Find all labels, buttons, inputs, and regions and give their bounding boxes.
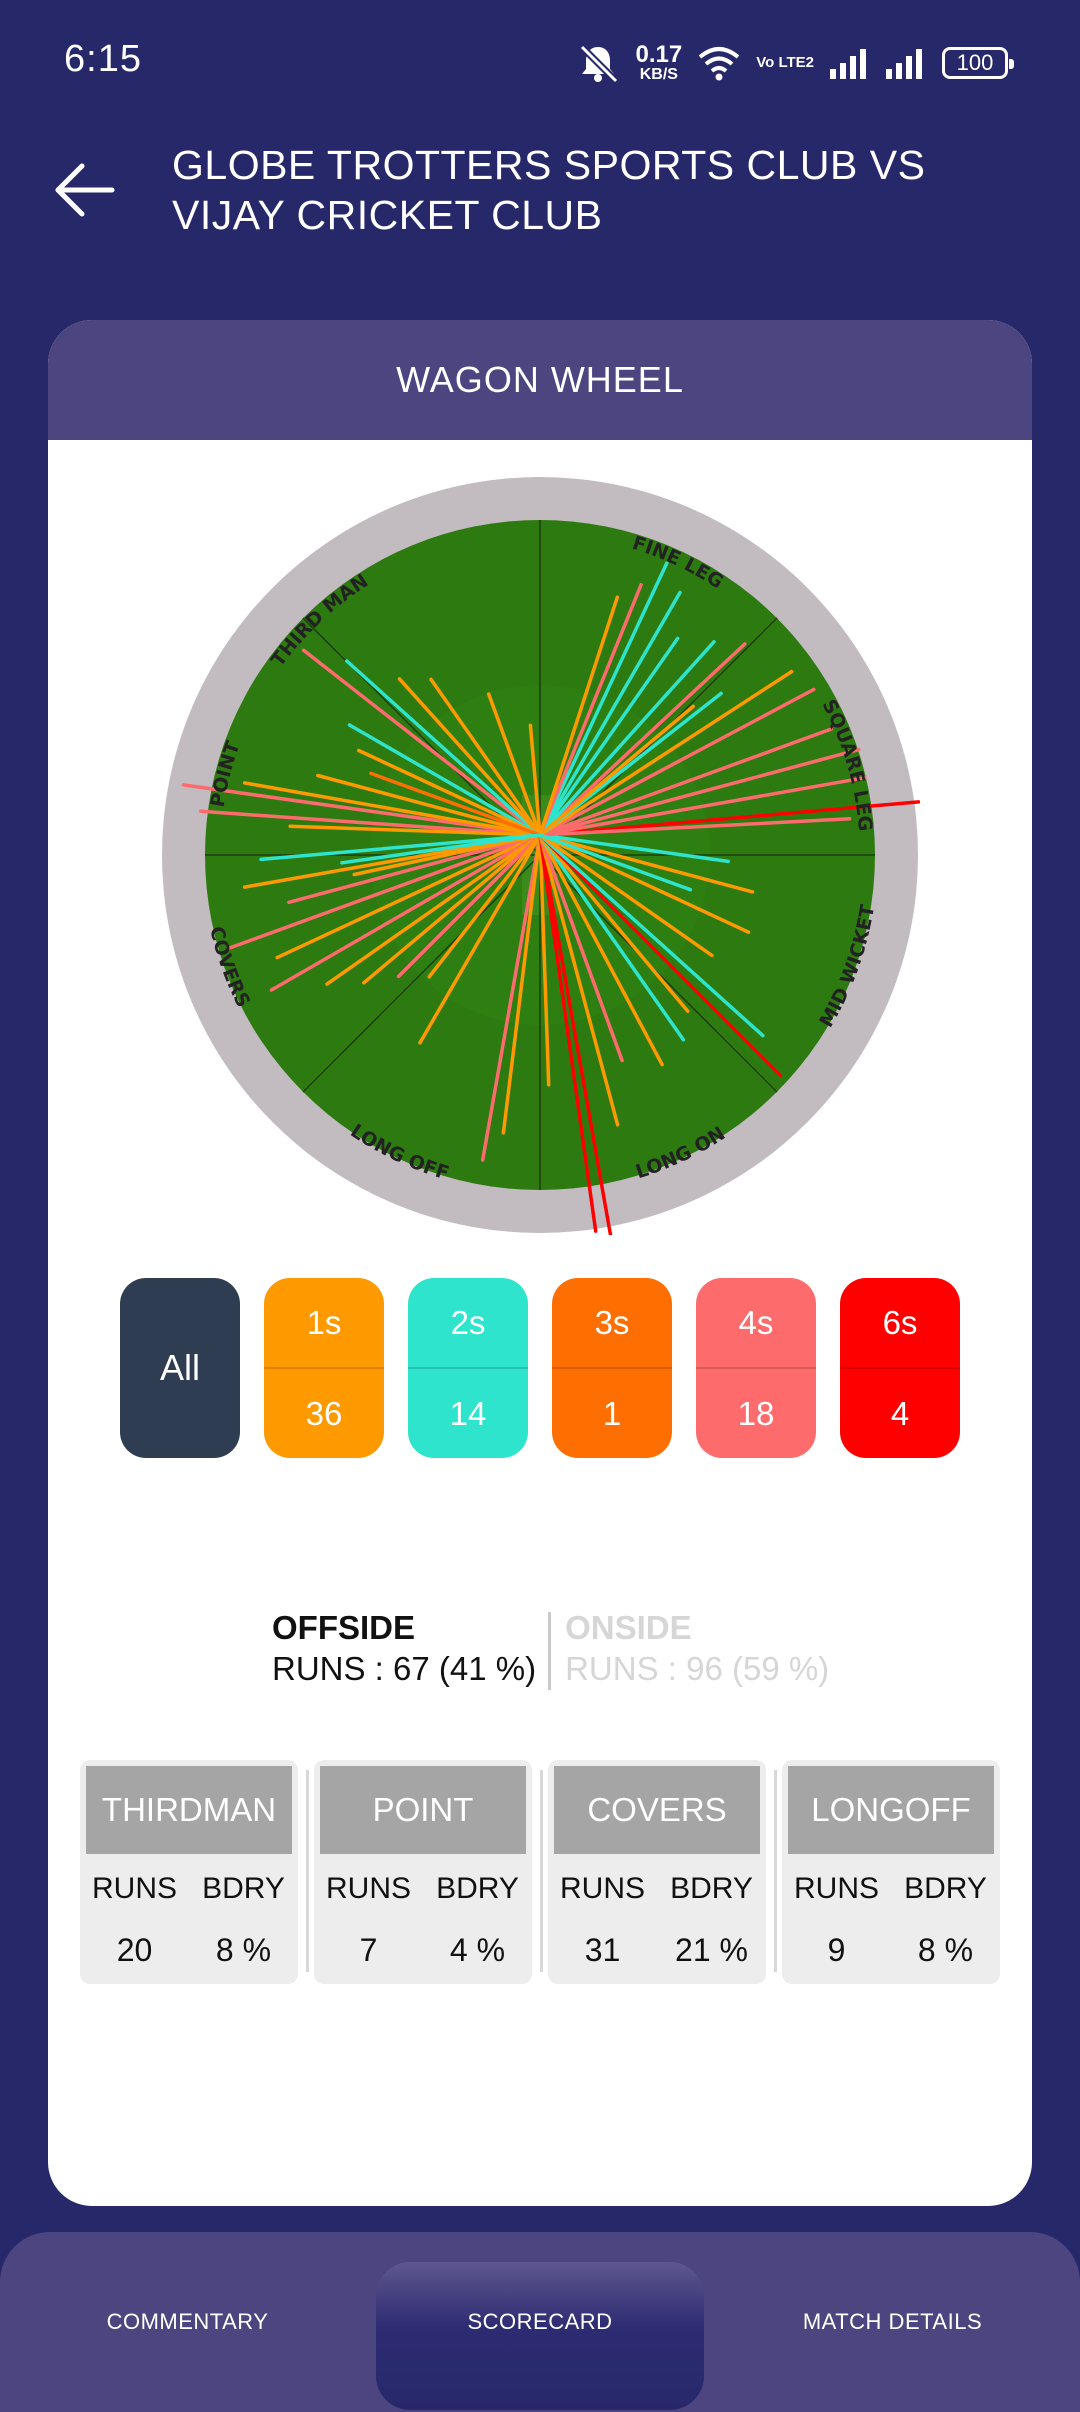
filter-1s[interactable]: 1s 36	[264, 1278, 384, 1458]
tab-match-details[interactable]: MATCH DETAILS	[770, 2232, 1015, 2412]
match-title: GLOBE TROTTERS SPORTS CLUB VS VIJAY CRIC…	[172, 142, 926, 238]
zone-bdry: 4 %	[449, 1932, 506, 1968]
zone-name: POINT	[320, 1766, 526, 1854]
offside-label: OFFSIDE	[272, 1609, 416, 1646]
runs-header: RUNS	[325, 1872, 411, 1905]
zone-bdry: 21 %	[675, 1932, 748, 1968]
tab-commentary[interactable]: COMMENTARY	[60, 2232, 315, 2412]
wagon-wheel-card: WAGON WHEEL THIRD MAN FINE LEG SQUARE LE…	[48, 320, 1032, 2206]
side-split: OFFSIDE RUNS : 67 (41 %) ONSIDE RUNS : 9…	[272, 1608, 829, 1690]
bdry-header: BDRY	[904, 1872, 987, 1905]
zone-name: COVERS	[554, 1766, 760, 1854]
volte-indicator: Vo LTE2	[756, 54, 814, 72]
bottom-nav: COMMENTARY SCORECARD MATCH DETAILS	[0, 2232, 1080, 2412]
status-time: 6:15	[64, 38, 142, 80]
onside-label: ONSIDE	[565, 1609, 692, 1646]
zone-point: POINT RUNS BDRY 7 4 %	[314, 1760, 532, 1984]
signal-icon	[830, 47, 870, 79]
wifi-icon	[698, 45, 740, 81]
onside-toggle[interactable]: ONSIDE RUNS : 96 (59 %)	[551, 1608, 829, 1690]
zone-thirdman: THIRDMAN RUNS BDRY 20 8 %	[80, 1760, 298, 1984]
bdry-header: BDRY	[436, 1872, 519, 1905]
filter-4s[interactable]: 4s 18	[696, 1278, 816, 1458]
back-button[interactable]	[52, 160, 118, 220]
run-filters: All 1s 36 2s 14 3s 1 4s 18 6s 4	[120, 1278, 960, 1458]
zone-stats: THIRDMAN RUNS BDRY 20 8 % POINT RUNS BDRY 7…	[72, 1760, 1008, 1984]
filter-6s[interactable]: 6s 4	[840, 1278, 960, 1458]
arrow-left-icon	[55, 163, 115, 217]
zone-name: LONGOFF	[788, 1766, 994, 1854]
wagon-wheel: THIRD MAN FINE LEG SQUARE LEG POINT COVE…	[162, 477, 920, 1235]
net-speed: 0.17 KB/S	[635, 41, 683, 83]
signal-icon	[886, 47, 926, 79]
runs-header: RUNS	[91, 1872, 177, 1905]
bdry-header: BDRY	[670, 1872, 753, 1905]
zone-longoff: LONGOFF RUNS BDRY 9 8 %	[782, 1760, 1000, 1984]
zone-name: THIRDMAN	[86, 1766, 292, 1854]
zone-runs: 9	[827, 1932, 846, 1968]
zone-runs: 7	[359, 1932, 378, 1968]
filter-all[interactable]: All	[120, 1278, 240, 1458]
battery-icon: 100	[942, 47, 1014, 79]
tab-scorecard[interactable]: SCORECARD	[376, 2232, 704, 2412]
filter-2s[interactable]: 2s 14	[408, 1278, 528, 1458]
zone-bdry: 8 %	[917, 1932, 974, 1968]
offside-toggle[interactable]: OFFSIDE RUNS : 67 (41 %)	[272, 1608, 536, 1690]
zone-covers: COVERS RUNS BDRY 31 21 %	[548, 1760, 766, 1984]
mute-icon	[576, 43, 620, 83]
status-bar: 6:15 0.17 KB/S Vo LTE2 100	[0, 0, 1080, 125]
bdry-header: BDRY	[202, 1872, 285, 1905]
runs-header: RUNS	[559, 1872, 645, 1905]
zone-runs: 31	[584, 1932, 621, 1968]
onside-runs: RUNS : 96 (59 %)	[565, 1650, 830, 1687]
offside-runs: RUNS : 67 (41 %)	[272, 1650, 537, 1687]
runs-header: RUNS	[793, 1872, 879, 1905]
zone-runs: 20	[116, 1932, 153, 1968]
filter-3s[interactable]: 3s 1	[552, 1278, 672, 1458]
zone-bdry: 8 %	[215, 1932, 272, 1968]
card-title: WAGON WHEEL	[48, 320, 1032, 440]
status-icons: 0.17 KB/S Vo LTE2 100	[576, 38, 1014, 88]
